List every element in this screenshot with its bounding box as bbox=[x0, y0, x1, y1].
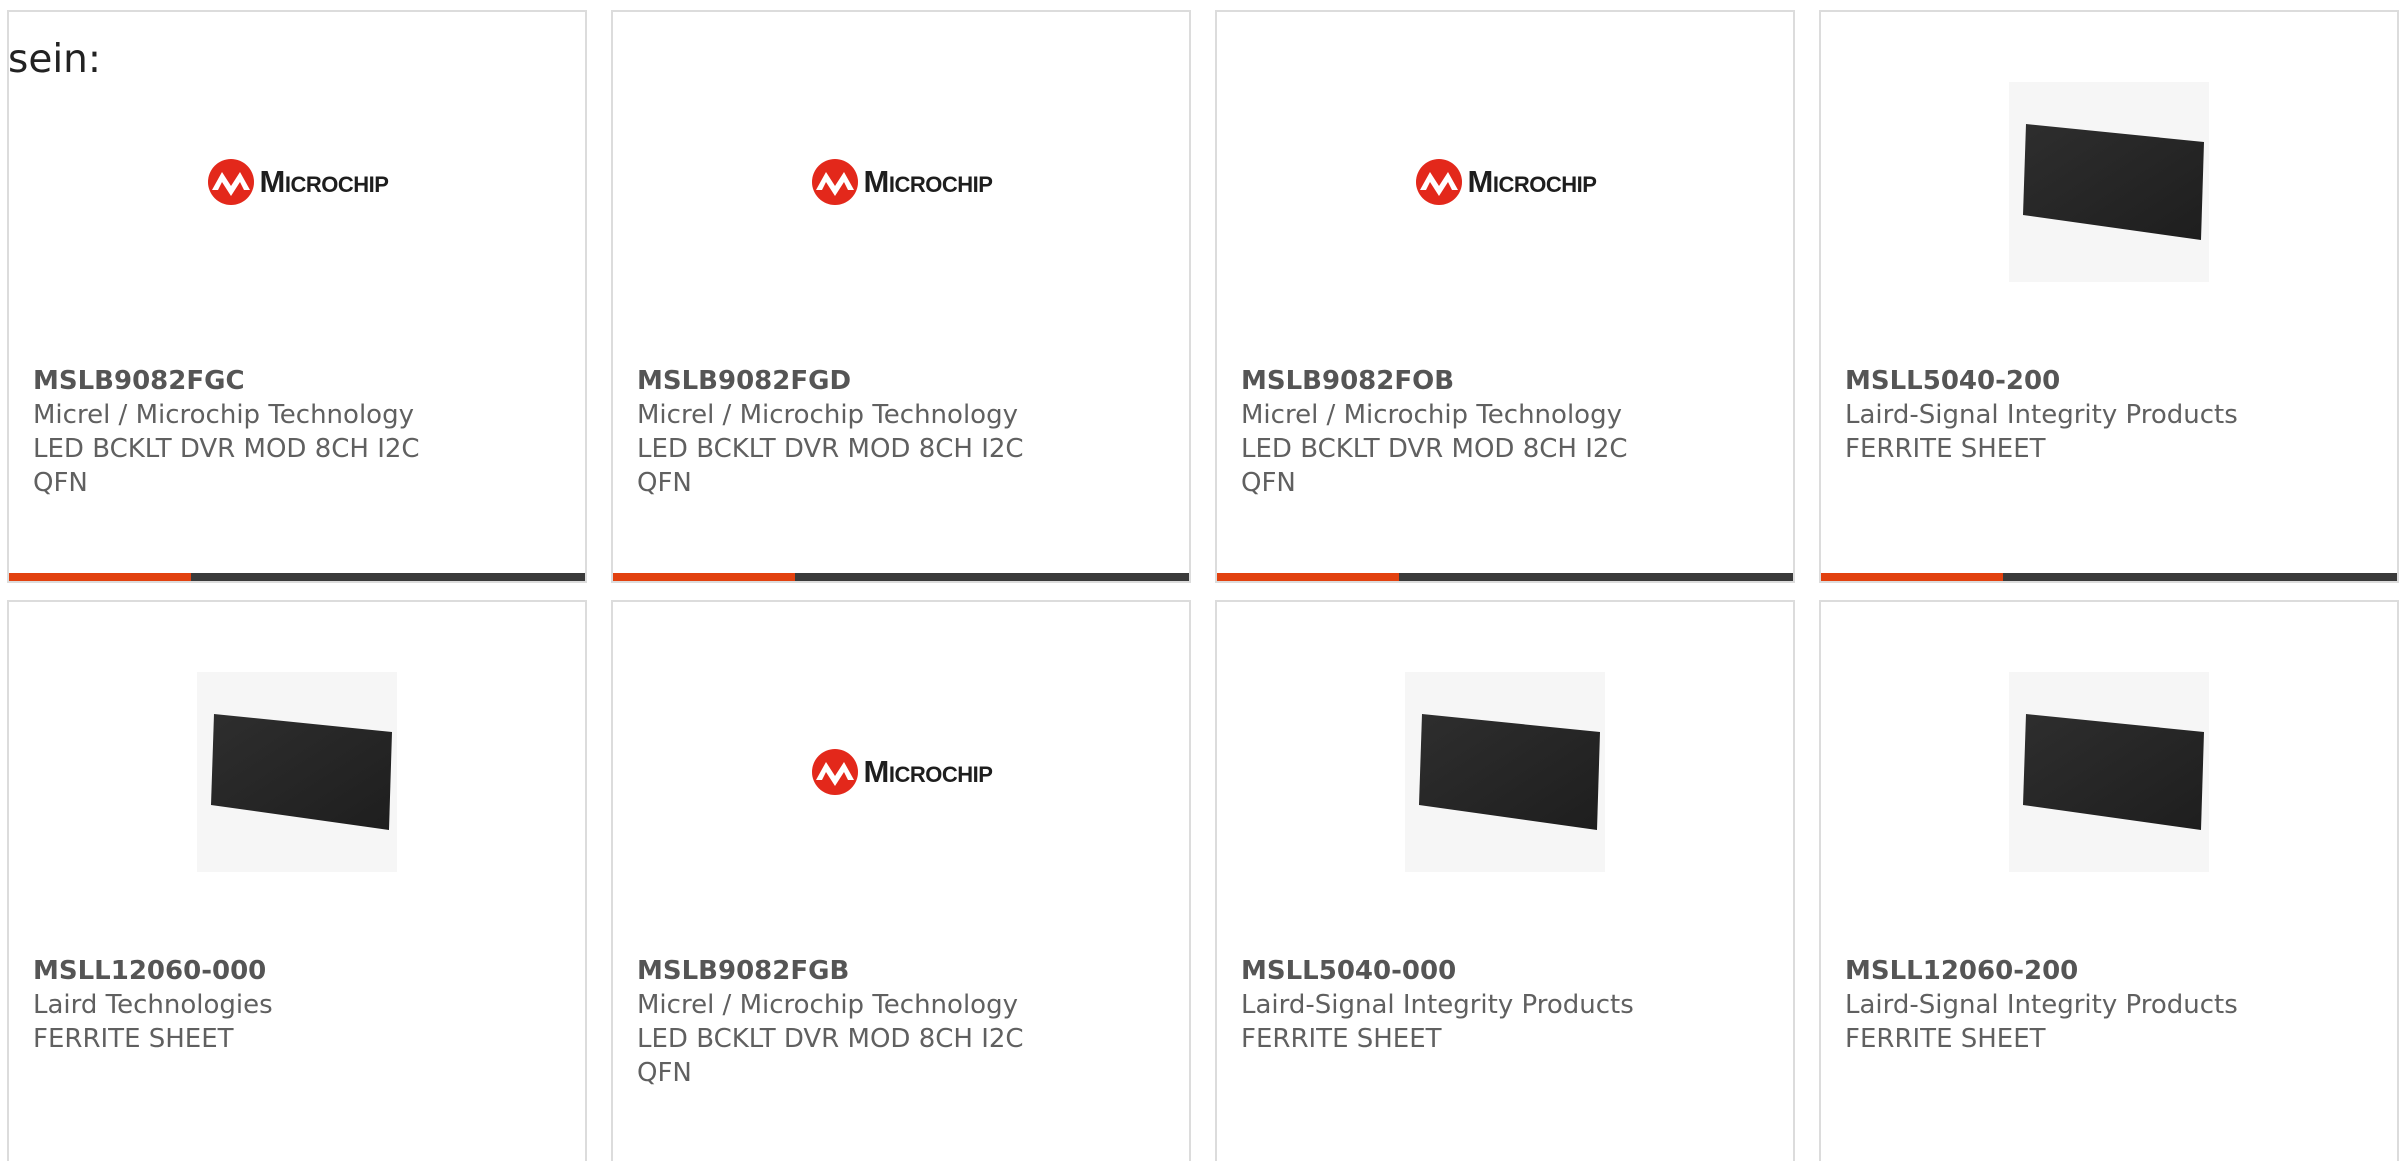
description-line-2: QFN bbox=[637, 1058, 692, 1088]
manufacturer-label: Laird-Signal Integrity Products bbox=[1845, 990, 2238, 1020]
ferrite-sheet-shape bbox=[211, 714, 392, 830]
description-line-1: LED BCKLT DVR MOD 8CH I2C bbox=[33, 434, 420, 464]
manufacturer-label: Micrel / Microchip Technology bbox=[637, 400, 1018, 430]
part-number-link[interactable]: MSLB9082FGC bbox=[33, 364, 561, 398]
intro-text: sein: bbox=[8, 37, 102, 82]
microchip-logo: Microchip bbox=[810, 158, 993, 206]
description-line-2: QFN bbox=[33, 468, 88, 498]
description-line-1: FERRITE SHEET bbox=[1241, 1024, 1442, 1054]
microchip-logo-text: Microchip bbox=[863, 754, 993, 789]
product-image[interactable]: Microchip bbox=[1217, 82, 1793, 282]
card-footer-accent bbox=[613, 573, 795, 581]
product-image[interactable] bbox=[1821, 82, 2397, 282]
description-line-1: LED BCKLT DVR MOD 8CH I2C bbox=[637, 1024, 1024, 1054]
description-line-1: FERRITE SHEET bbox=[1845, 1024, 2046, 1054]
product-image[interactable]: Microchip bbox=[613, 82, 1189, 282]
description-line-2: QFN bbox=[1241, 468, 1296, 498]
microchip-logo-text: Microchip bbox=[863, 164, 993, 199]
card-footer-bar bbox=[9, 573, 585, 581]
part-number-link[interactable]: MSLB9082FOB bbox=[1241, 364, 1769, 398]
product-image[interactable] bbox=[1821, 672, 2397, 872]
manufacturer-label: Laird-Signal Integrity Products bbox=[1845, 400, 2238, 430]
microchip-logo-icon bbox=[207, 159, 254, 205]
product-image[interactable]: Microchip bbox=[9, 82, 585, 282]
product-card[interactable]: MSLL5040-000 Laird-Signal Integrity Prod… bbox=[1215, 600, 1795, 1161]
description-line-1: FERRITE SHEET bbox=[1845, 434, 2046, 464]
microchip-logo-icon bbox=[1415, 159, 1462, 205]
card-footer-accent bbox=[1217, 573, 1399, 581]
card-footer-accent bbox=[9, 573, 191, 581]
ferrite-sheet-image bbox=[2009, 672, 2209, 872]
description-line-1: LED BCKLT DVR MOD 8CH I2C bbox=[1241, 434, 1628, 464]
description-line-2: QFN bbox=[637, 468, 692, 498]
product-card[interactable]: MSLL5040-200 Laird-Signal Integrity Prod… bbox=[1819, 10, 2399, 583]
product-card[interactable]: Microchip MSLB9082FOB Micrel / Microchip… bbox=[1215, 10, 1795, 583]
card-footer-bar bbox=[613, 573, 1189, 581]
product-card[interactable]: MSLL12060-200 Laird-Signal Integrity Pro… bbox=[1819, 600, 2399, 1161]
product-grid-page: sein: Microchip MSLB9082FGC Micrel / Mic… bbox=[0, 0, 2400, 1161]
part-number-link[interactable]: MSLB9082FGB bbox=[637, 954, 1165, 988]
ferrite-sheet-image bbox=[1405, 672, 1605, 872]
manufacturer-label: Laird-Signal Integrity Products bbox=[1241, 990, 1634, 1020]
part-number-link[interactable]: MSLL5040-000 bbox=[1241, 954, 1769, 988]
card-footer-accent bbox=[1821, 573, 2003, 581]
microchip-logo: Microchip bbox=[1414, 158, 1597, 206]
product-image[interactable]: Microchip bbox=[613, 672, 1189, 872]
ferrite-sheet-shape bbox=[2023, 714, 2204, 830]
manufacturer-label: Micrel / Microchip Technology bbox=[1241, 400, 1622, 430]
microchip-logo: Microchip bbox=[206, 158, 389, 206]
card-footer-bar bbox=[1821, 573, 2397, 581]
product-image[interactable] bbox=[1217, 672, 1793, 872]
microchip-logo-text: Microchip bbox=[259, 164, 389, 199]
microchip-logo-text: Microchip bbox=[1467, 164, 1597, 199]
product-card[interactable]: Microchip MSLB9082FGC Micrel / Microchip… bbox=[7, 10, 587, 583]
description-line-1: LED BCKLT DVR MOD 8CH I2C bbox=[637, 434, 1024, 464]
part-number-link[interactable]: MSLL5040-200 bbox=[1845, 364, 2373, 398]
manufacturer-label: Micrel / Microchip Technology bbox=[33, 400, 414, 430]
part-number-link[interactable]: MSLL12060-000 bbox=[33, 954, 561, 988]
manufacturer-label: Laird Technologies bbox=[33, 990, 273, 1020]
product-card[interactable]: Microchip MSLB9082FGD Micrel / Microchip… bbox=[611, 10, 1191, 583]
ferrite-sheet-image bbox=[2009, 82, 2209, 282]
microchip-logo-icon bbox=[811, 159, 858, 205]
ferrite-sheet-image bbox=[197, 672, 397, 872]
manufacturer-label: Micrel / Microchip Technology bbox=[637, 990, 1018, 1020]
description-line-1: FERRITE SHEET bbox=[33, 1024, 234, 1054]
part-number-link[interactable]: MSLB9082FGD bbox=[637, 364, 1165, 398]
card-footer-bar bbox=[1217, 573, 1793, 581]
ferrite-sheet-shape bbox=[1419, 714, 1600, 830]
microchip-logo-icon bbox=[811, 749, 858, 795]
microchip-logo: Microchip bbox=[810, 748, 993, 796]
product-card[interactable]: MSLL12060-000 Laird Technologies FERRITE… bbox=[7, 600, 587, 1161]
product-card[interactable]: Microchip MSLB9082FGB Micrel / Microchip… bbox=[611, 600, 1191, 1161]
ferrite-sheet-shape bbox=[2023, 124, 2204, 240]
part-number-link[interactable]: MSLL12060-200 bbox=[1845, 954, 2373, 988]
product-image[interactable] bbox=[9, 672, 585, 872]
